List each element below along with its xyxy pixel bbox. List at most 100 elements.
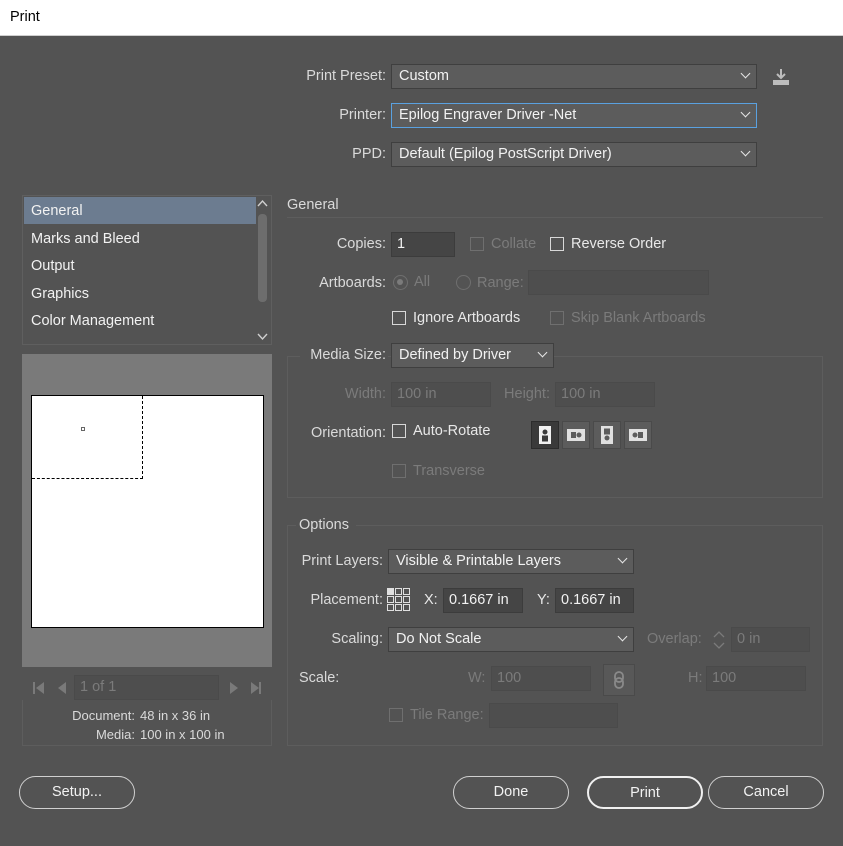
media-size-select[interactable]: Defined by Driver xyxy=(391,343,554,368)
first-page-icon[interactable] xyxy=(33,682,35,694)
scale-label: Scale: xyxy=(299,670,340,686)
portrait-button[interactable] xyxy=(531,421,559,449)
artboards-all-radio[interactable] xyxy=(393,275,408,290)
auto-rotate-label: Auto-Rotate xyxy=(413,423,491,439)
overlap-label: Overlap: xyxy=(647,631,702,647)
ignore-artboards-checkbox[interactable] xyxy=(392,311,406,325)
width-field[interactable]: 100 in xyxy=(391,382,491,407)
chevron-down-icon xyxy=(537,347,548,358)
ppd-value: Default (Epilog PostScript Driver) xyxy=(399,146,612,162)
scaling-label: Scaling: xyxy=(331,631,383,647)
placement-y-label: Y: xyxy=(537,592,550,608)
window-title: Print xyxy=(10,9,40,25)
save-preset-icon[interactable] xyxy=(770,66,792,88)
scale-h-field[interactable]: 100 xyxy=(706,666,806,691)
reverse-order-label: Reverse Order xyxy=(571,236,667,252)
media-size-label: Media Size: xyxy=(310,347,386,363)
print-preset-select[interactable]: Custom xyxy=(391,64,757,89)
transverse-checkbox[interactable] xyxy=(392,464,406,478)
height-value: 100 in xyxy=(561,386,601,402)
first-page-arrow-icon[interactable] xyxy=(36,682,44,694)
artboards-range-radio[interactable] xyxy=(456,275,471,290)
sidebar-item-graphics[interactable]: Graphics xyxy=(24,280,256,307)
portrait-icon xyxy=(539,426,551,444)
overlap-field[interactable]: 0 in xyxy=(731,627,810,652)
height-field[interactable]: 100 in xyxy=(555,382,655,407)
artboards-all-label: All xyxy=(414,274,431,290)
reverse-landscape-icon xyxy=(629,429,647,441)
artboard-range-field[interactable] xyxy=(528,270,709,295)
width-label: Width: xyxy=(344,386,386,402)
constrain-proportions-button[interactable] xyxy=(603,664,635,696)
scale-w-field[interactable]: 100 xyxy=(491,666,591,691)
category-list[interactable]: General Marks and Bleed Output Graphics … xyxy=(22,195,272,345)
artboard-outline xyxy=(32,396,143,479)
artboards-range-label: Range: xyxy=(477,275,524,291)
placement-x-field[interactable]: 0.1667 in xyxy=(443,588,523,613)
placement-label: Placement: xyxy=(310,592,383,608)
print-preset-label: Print Preset: xyxy=(306,68,386,84)
overlap-value: 0 in xyxy=(737,631,761,647)
scale-h-label: H: xyxy=(688,670,703,686)
height-label: Height: xyxy=(504,386,550,402)
last-page-icon[interactable] xyxy=(259,682,261,694)
page-number-field[interactable]: 1 of 1 xyxy=(74,675,219,700)
list-scrollbar[interactable] xyxy=(255,197,270,343)
skip-blank-artboards-checkbox[interactable] xyxy=(550,311,564,325)
scale-h-value: 100 xyxy=(712,670,737,686)
cancel-button[interactable]: Cancel xyxy=(708,776,824,809)
setup-button[interactable]: Setup... xyxy=(19,776,135,809)
copies-field[interactable]: 1 xyxy=(391,232,455,257)
scaling-value: Do Not Scale xyxy=(396,631,482,647)
scroll-down-icon[interactable] xyxy=(257,333,268,341)
done-button[interactable]: Done xyxy=(453,776,569,809)
reverse-order-checkbox[interactable] xyxy=(550,237,564,251)
ppd-select[interactable]: Default (Epilog PostScript Driver) xyxy=(391,142,757,167)
print-layers-value: Visible & Printable Layers xyxy=(396,553,561,569)
tile-range-field[interactable] xyxy=(489,703,618,728)
print-preset-value: Custom xyxy=(399,68,449,84)
scaling-select[interactable]: Do Not Scale xyxy=(388,627,634,652)
width-value: 100 in xyxy=(397,386,437,402)
print-layers-select[interactable]: Visible & Printable Layers xyxy=(388,549,634,574)
sidebar-item-general[interactable]: General xyxy=(24,197,256,224)
landscape-icon xyxy=(567,429,585,441)
chevron-down-icon xyxy=(617,631,628,642)
placement-grid-icon[interactable] xyxy=(386,587,412,613)
print-layers-label: Print Layers: xyxy=(301,553,383,569)
chevron-down-icon xyxy=(740,68,751,79)
sidebar-item-output[interactable]: Output xyxy=(24,252,256,279)
print-button[interactable]: Print xyxy=(587,776,703,809)
scale-w-label: W: xyxy=(468,670,486,686)
placement-y-field[interactable]: 0.1667 in xyxy=(555,588,634,613)
printer-label: Printer: xyxy=(339,107,386,123)
scroll-thumb[interactable] xyxy=(258,214,267,302)
placement-x-value: 0.1667 in xyxy=(449,592,509,608)
page-navigator: 1 of 1 xyxy=(22,672,272,702)
media-page xyxy=(31,395,264,628)
last-page-arrow-icon[interactable] xyxy=(251,682,259,694)
media-size-value: Defined by Driver xyxy=(399,347,512,363)
auto-rotate-checkbox[interactable] xyxy=(392,424,406,438)
skip-blank-artboards-label: Skip Blank Artboards xyxy=(571,310,706,326)
sidebar-item-color-management[interactable]: Color Management xyxy=(24,307,256,334)
tile-range-checkbox[interactable] xyxy=(389,708,403,722)
options-section-title: Options xyxy=(299,517,349,533)
chevron-down-icon xyxy=(740,146,751,157)
print-preview[interactable] xyxy=(22,354,272,667)
next-page-icon[interactable] xyxy=(230,682,238,694)
ignore-artboards-label: Ignore Artboards xyxy=(413,310,521,326)
previous-page-icon[interactable] xyxy=(58,682,66,694)
sidebar-item-marks-and-bleed[interactable]: Marks and Bleed xyxy=(24,225,256,252)
overlap-stepper[interactable] xyxy=(708,628,730,652)
printer-select[interactable]: Epilog Engraver Driver -Net xyxy=(391,103,757,128)
collate-label: Collate xyxy=(491,236,537,252)
ppd-label: PPD: xyxy=(352,146,386,162)
reverse-landscape-button[interactable] xyxy=(624,421,652,449)
link-icon xyxy=(614,671,624,689)
reverse-portrait-button[interactable] xyxy=(593,421,621,449)
scroll-up-icon[interactable] xyxy=(257,199,268,207)
landscape-button[interactable] xyxy=(562,421,590,449)
collate-checkbox[interactable] xyxy=(470,237,484,251)
transverse-label: Transverse xyxy=(413,463,485,479)
